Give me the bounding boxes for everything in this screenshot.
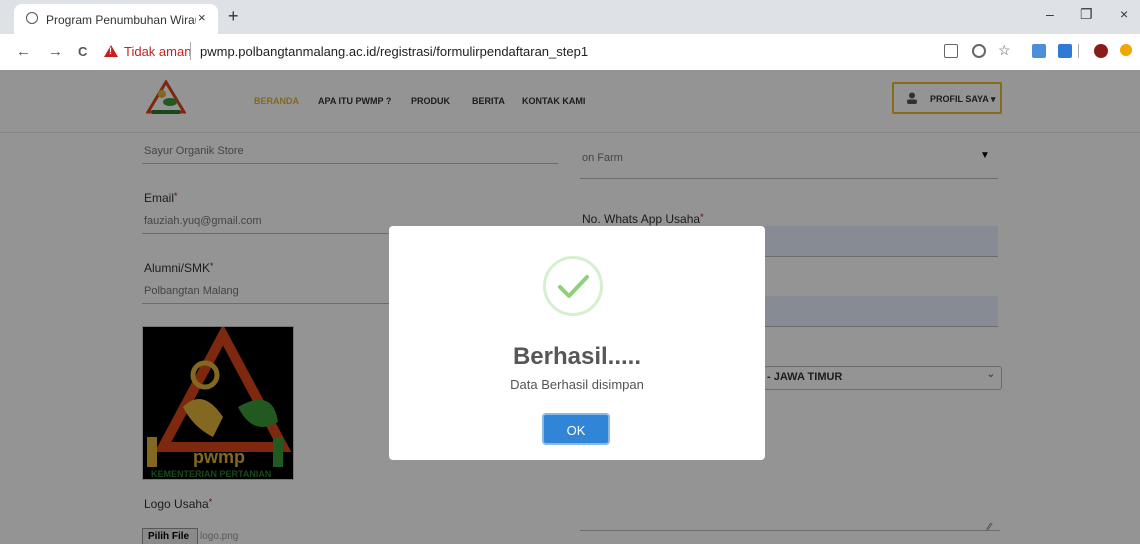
dialog-message: Data Berhasil disimpan: [510, 377, 644, 392]
browser-tab-bar: Program Penumbuhan Wirausaha × + – ❐ ×: [0, 0, 1140, 34]
browser-toolbar: ← → C ! Tidak aman pwmp.polbangtanmalang…: [0, 34, 1140, 71]
globe-icon: [26, 12, 38, 24]
translate-icon[interactable]: [944, 44, 958, 58]
tab-close-icon[interactable]: ×: [198, 10, 206, 25]
browser-tab[interactable]: Program Penumbuhan Wirausaha ×: [14, 4, 218, 34]
dialog-title: Berhasil.....: [512, 343, 642, 370]
success-dialog: Berhasil..... Data Berhasil disimpan OK: [389, 226, 765, 460]
extension-icon[interactable]: [1032, 44, 1046, 58]
restore-button[interactable]: ❐: [1080, 6, 1093, 23]
address-separator: [190, 42, 191, 60]
profile-avatar[interactable]: [1094, 44, 1108, 58]
forward-button[interactable]: →: [48, 43, 63, 60]
back-button[interactable]: ←: [16, 43, 31, 60]
zoom-icon[interactable]: [972, 44, 986, 58]
reload-button[interactable]: C: [78, 44, 87, 59]
minimize-button[interactable]: –: [1046, 6, 1054, 22]
security-label[interactable]: Tidak aman: [124, 44, 191, 59]
close-window-button[interactable]: ×: [1120, 6, 1128, 22]
warning-icon: !: [104, 45, 118, 57]
save-extension-icon[interactable]: [1058, 44, 1072, 58]
star-icon[interactable]: ☆: [998, 42, 1012, 58]
address-bar[interactable]: pwmp.polbangtanmalang.ac.id/registrasi/f…: [200, 44, 588, 59]
update-icon[interactable]: [1120, 44, 1132, 56]
tab-title: Program Penumbuhan Wirausaha: [46, 13, 196, 27]
ok-button[interactable]: OK: [542, 413, 610, 445]
new-tab-button[interactable]: +: [228, 6, 239, 27]
toolbar-divider: [1078, 44, 1079, 58]
success-check-icon: [543, 256, 603, 316]
